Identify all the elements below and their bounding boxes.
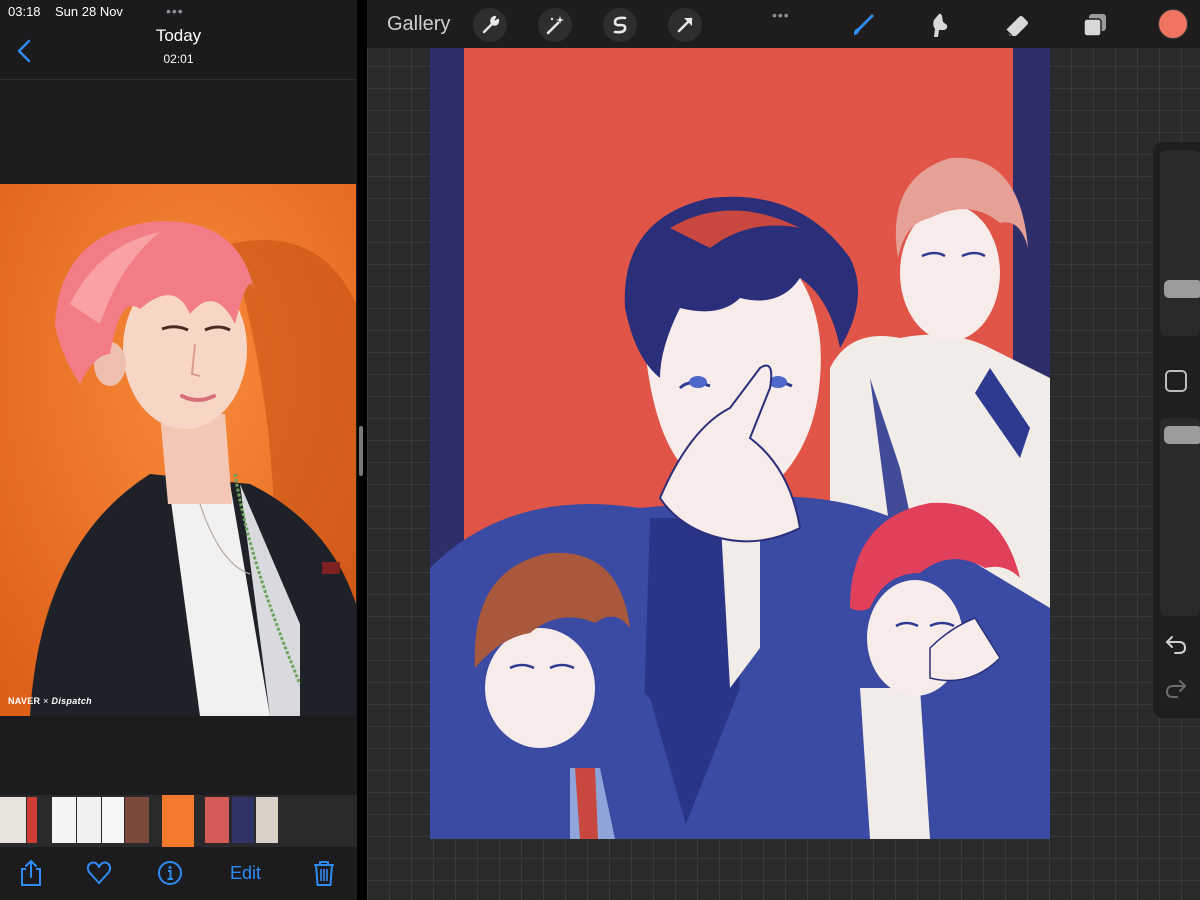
opacity-thumb[interactable] (1164, 426, 1200, 444)
thumbnail[interactable] (77, 797, 101, 843)
layers-icon[interactable] (1078, 8, 1112, 42)
procreate-toolbar: Gallery ••• (367, 0, 1200, 48)
portrait-photo (0, 184, 356, 716)
photo-filmstrip[interactable] (0, 795, 357, 847)
photo-watermark: NAVER × Dispatch (8, 696, 92, 706)
photo-title: Today (155, 26, 202, 45)
magic-wand-icon[interactable] (538, 8, 572, 42)
artwork (430, 48, 1050, 839)
status-date: Sun 28 Nov (55, 4, 123, 19)
thumbnail[interactable] (52, 797, 76, 843)
thumbnail[interactable] (232, 797, 254, 843)
thumbnail[interactable] (27, 797, 37, 843)
photos-toolbar: Edit (0, 847, 357, 900)
photos-app-pane: 03:18 Sun 28 Nov ••• Today 02:01 NAVER ×… (0, 0, 357, 900)
heart-icon[interactable] (86, 859, 112, 887)
thumbnail[interactable] (125, 797, 149, 843)
transform-arrow-icon[interactable] (668, 8, 702, 42)
trash-icon[interactable] (311, 859, 337, 887)
eraser-icon[interactable] (1000, 8, 1034, 42)
split-view-handle[interactable] (359, 426, 363, 476)
smudge-icon[interactable] (922, 8, 956, 42)
edit-button[interactable]: Edit (230, 863, 261, 891)
brush-size-thumb[interactable] (1164, 280, 1200, 298)
multitasking-dots-icon[interactable]: ••• (772, 8, 790, 22)
photos-header: 03:18 Sun 28 Nov ••• Today 02:01 (0, 0, 357, 80)
multitasking-dots-icon[interactable]: ••• (166, 4, 184, 18)
watermark-times: × (43, 696, 49, 706)
procreate-app-pane: Gallery ••• (367, 0, 1200, 900)
watermark-brand: NAVER (8, 696, 41, 706)
gallery-button[interactable]: Gallery (387, 13, 450, 36)
status-time: 03:18 (8, 4, 41, 19)
thumbnail[interactable] (205, 797, 229, 843)
brush-size-slider[interactable] (1160, 150, 1200, 336)
wrench-icon[interactable] (473, 8, 507, 42)
opacity-slider[interactable] (1160, 418, 1200, 616)
selection-icon[interactable] (603, 8, 637, 42)
info-icon[interactable] (156, 859, 184, 887)
color-swatch[interactable] (1158, 9, 1188, 39)
modify-button[interactable] (1165, 370, 1187, 392)
photo-viewer[interactable]: NAVER × Dispatch (0, 184, 356, 716)
redo-icon[interactable] (1164, 676, 1188, 700)
brush-icon[interactable] (845, 8, 879, 42)
procreate-sidebar (1153, 142, 1200, 718)
thumbnail[interactable] (256, 797, 278, 843)
photo-subtitle: 02:01 (163, 52, 194, 66)
thumbnail-selected[interactable] (162, 795, 194, 847)
thumbnail[interactable] (102, 797, 124, 843)
drawing-canvas[interactable] (430, 48, 1050, 839)
share-icon[interactable] (18, 859, 44, 887)
thumbnail[interactable] (0, 797, 26, 843)
undo-icon[interactable] (1164, 632, 1188, 656)
watermark-partner: Dispatch (51, 696, 92, 706)
